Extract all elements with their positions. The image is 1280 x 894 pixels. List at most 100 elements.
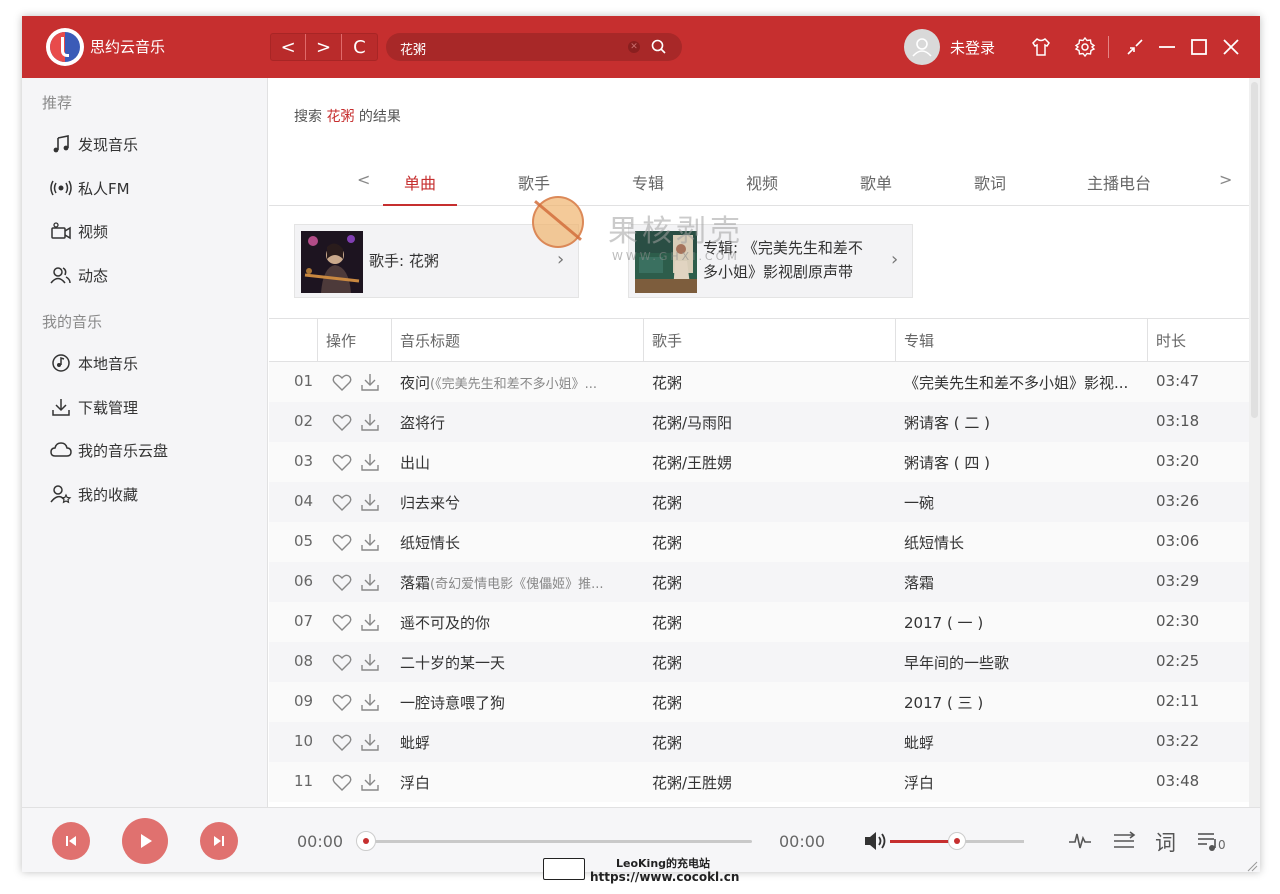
tab-albums[interactable]: 专辑 bbox=[608, 170, 688, 194]
like-heart-icon[interactable] bbox=[331, 451, 353, 473]
song-album[interactable]: 落霜 bbox=[904, 572, 1144, 593]
scrollbar-thumb[interactable] bbox=[1251, 82, 1258, 418]
tabs-prev-button[interactable]: < bbox=[357, 170, 370, 189]
song-album[interactable]: 2017 ( 一 ) bbox=[904, 612, 1144, 633]
tab-playlists[interactable]: 歌单 bbox=[836, 170, 916, 194]
like-heart-icon[interactable] bbox=[331, 691, 353, 713]
progress-bar[interactable] bbox=[362, 840, 752, 843]
song-title-cell[interactable]: 盗将行 bbox=[400, 412, 640, 433]
song-artist[interactable]: 花粥/王胜娚 bbox=[652, 452, 882, 473]
vertical-scrollbar[interactable] bbox=[1249, 78, 1260, 807]
user-avatar[interactable] bbox=[904, 29, 940, 65]
sidebar-item-local-music[interactable]: 本地音乐 bbox=[50, 351, 138, 375]
table-row[interactable]: 07 遥不可及的你 花粥 2017 ( 一 ) 02:30 bbox=[269, 602, 1249, 642]
sidebar-item-fm[interactable]: 私人FM bbox=[50, 176, 130, 200]
song-album[interactable]: 一碗 bbox=[904, 492, 1144, 513]
song-title-cell[interactable]: 归去来兮 bbox=[400, 492, 640, 513]
lyrics-button[interactable]: 词 bbox=[1155, 827, 1176, 857]
song-artist[interactable]: 花粥/王胜娚 bbox=[652, 772, 882, 793]
login-link[interactable]: 未登录 bbox=[950, 37, 995, 58]
table-row[interactable]: 03 出山 花粥/王胜娚 粥请客 ( 四 ) 03:20 bbox=[269, 442, 1249, 482]
download-icon[interactable] bbox=[359, 651, 381, 673]
download-icon[interactable] bbox=[359, 611, 381, 633]
header-artist[interactable]: 歌手 bbox=[652, 330, 682, 351]
search-input[interactable]: 花粥 bbox=[400, 39, 426, 58]
table-row[interactable]: 01 夜问(《完美先生和差不多小姐》... 花粥 《完美先生和差不多小姐》影视... 0… bbox=[269, 362, 1249, 402]
song-title-cell[interactable]: 浮白 bbox=[400, 772, 640, 793]
tab-songs[interactable]: 单曲 bbox=[380, 170, 460, 194]
song-album[interactable]: 粥请客 ( 二 ) bbox=[904, 412, 1144, 433]
maximize-icon[interactable] bbox=[1188, 36, 1210, 58]
song-artist[interactable]: 花粥 bbox=[652, 732, 882, 753]
like-heart-icon[interactable] bbox=[331, 731, 353, 753]
like-heart-icon[interactable] bbox=[331, 611, 353, 633]
song-album[interactable]: 粥请客 ( 四 ) bbox=[904, 452, 1144, 473]
song-artist[interactable]: 花粥 bbox=[652, 572, 882, 593]
download-icon[interactable] bbox=[359, 531, 381, 553]
song-artist[interactable]: 花粥/马雨阳 bbox=[652, 412, 882, 433]
table-row[interactable]: 04 归去来兮 花粥 一碗 03:26 bbox=[269, 482, 1249, 522]
table-row[interactable]: 06 落霜(奇幻爱情电影《傀儡姬》推... 花粥 落霜 03:29 bbox=[269, 562, 1249, 602]
download-icon[interactable] bbox=[359, 691, 381, 713]
like-heart-icon[interactable] bbox=[331, 651, 353, 673]
like-heart-icon[interactable] bbox=[331, 411, 353, 433]
sidebar-item-downloads[interactable]: 下载管理 bbox=[50, 395, 138, 419]
mini-mode-icon[interactable] bbox=[1124, 36, 1146, 58]
tab-videos[interactable]: 视频 bbox=[722, 170, 802, 194]
refresh-button[interactable]: C bbox=[342, 34, 377, 60]
volume-knob[interactable] bbox=[948, 832, 966, 850]
song-artist[interactable]: 花粥 bbox=[652, 532, 882, 553]
song-artist[interactable]: 花粥 bbox=[652, 652, 882, 673]
play-mode-icon[interactable] bbox=[1111, 828, 1137, 854]
song-artist[interactable]: 花粥 bbox=[652, 692, 882, 713]
close-icon[interactable] bbox=[1220, 36, 1242, 58]
search-box[interactable]: 花粥 ✕ bbox=[386, 33, 682, 61]
song-artist[interactable]: 花粥 bbox=[652, 372, 882, 393]
table-row[interactable]: 08 二十岁的某一天 花粥 早年间的一些歌 02:25 bbox=[269, 642, 1249, 682]
download-icon[interactable] bbox=[359, 411, 381, 433]
resize-grip-icon[interactable] bbox=[1246, 860, 1258, 872]
song-album[interactable]: 2017 ( 三 ) bbox=[904, 692, 1144, 713]
header-album[interactable]: 专辑 bbox=[904, 330, 934, 351]
table-row[interactable]: 11 浮白 花粥/王胜娚 浮白 03:48 bbox=[269, 762, 1249, 802]
sidebar-item-video[interactable]: 视频 bbox=[50, 219, 108, 243]
play-button[interactable] bbox=[122, 818, 168, 864]
song-title-cell[interactable]: 蚍蜉 bbox=[400, 732, 640, 753]
song-title-cell[interactable]: 纸短情长 bbox=[400, 532, 640, 553]
sound-effect-icon[interactable] bbox=[1067, 828, 1093, 854]
download-icon[interactable] bbox=[359, 731, 381, 753]
next-track-button[interactable] bbox=[200, 822, 238, 860]
download-icon[interactable] bbox=[359, 491, 381, 513]
like-heart-icon[interactable] bbox=[331, 491, 353, 513]
tabs-next-button[interactable]: > bbox=[1219, 170, 1232, 189]
tab-artists[interactable]: 歌手 bbox=[494, 170, 574, 194]
minimize-icon[interactable] bbox=[1156, 36, 1178, 58]
like-heart-icon[interactable] bbox=[331, 371, 353, 393]
settings-gear-icon[interactable] bbox=[1074, 36, 1096, 58]
song-title-cell[interactable]: 二十岁的某一天 bbox=[400, 652, 640, 673]
forward-button[interactable]: > bbox=[306, 34, 342, 60]
sidebar-item-collection[interactable]: 我的收藏 bbox=[50, 482, 138, 506]
like-heart-icon[interactable] bbox=[331, 531, 353, 553]
volume-icon[interactable] bbox=[862, 828, 888, 854]
header-title[interactable]: 音乐标题 bbox=[400, 330, 460, 351]
download-icon[interactable] bbox=[359, 451, 381, 473]
song-album[interactable]: 浮白 bbox=[904, 772, 1144, 793]
skin-shirt-icon[interactable] bbox=[1030, 36, 1052, 58]
header-duration[interactable]: 时长 bbox=[1156, 330, 1186, 351]
song-artist[interactable]: 花粥 bbox=[652, 492, 882, 513]
progress-knob[interactable] bbox=[356, 831, 376, 851]
song-title-cell[interactable]: 夜问(《完美先生和差不多小姐》... bbox=[400, 372, 640, 393]
song-album[interactable]: 早年间的一些歌 bbox=[904, 652, 1144, 673]
table-row[interactable]: 05 纸短情长 花粥 纸短情长 03:06 bbox=[269, 522, 1249, 562]
download-icon[interactable] bbox=[359, 371, 381, 393]
song-title-cell[interactable]: 落霜(奇幻爱情电影《傀儡姬》推... bbox=[400, 572, 640, 593]
sidebar-item-cloud-drive[interactable]: 我的音乐云盘 bbox=[50, 438, 168, 462]
sidebar-item-friends[interactable]: 动态 bbox=[50, 263, 108, 287]
volume-slider[interactable] bbox=[890, 832, 1024, 850]
search-icon[interactable] bbox=[650, 38, 668, 56]
download-icon[interactable] bbox=[359, 771, 381, 793]
table-row[interactable]: 10 蚍蜉 花粥 蚍蜉 03:22 bbox=[269, 722, 1249, 762]
song-album[interactable]: 纸短情长 bbox=[904, 532, 1144, 553]
song-title-cell[interactable]: 遥不可及的你 bbox=[400, 612, 640, 633]
